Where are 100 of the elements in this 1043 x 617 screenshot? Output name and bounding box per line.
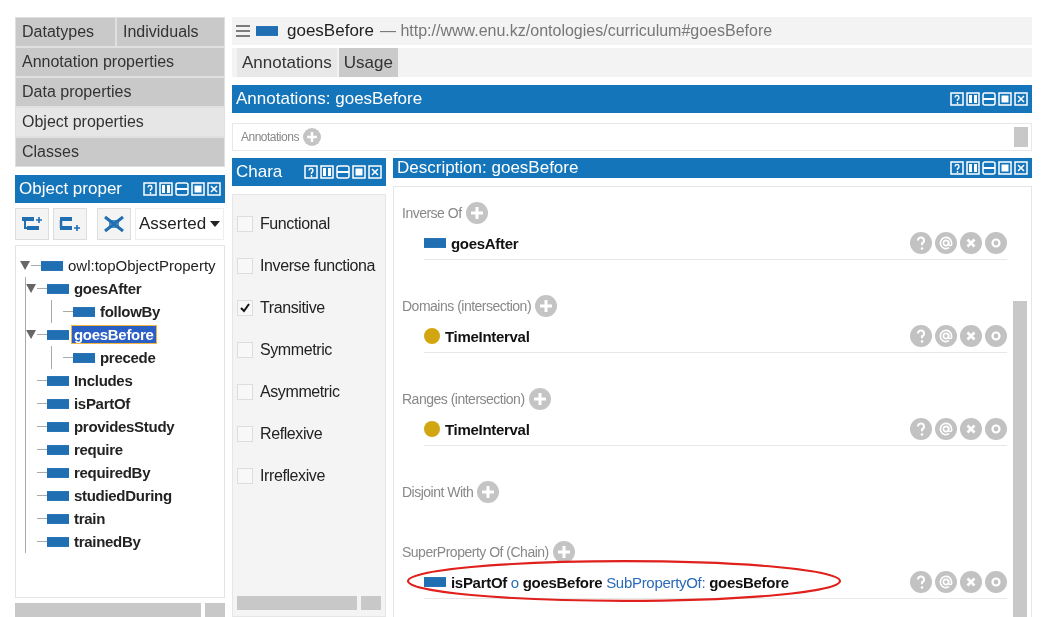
delete-property-button[interactable]	[97, 208, 131, 240]
split-vertical-icon[interactable]	[159, 182, 173, 196]
help-icon[interactable]	[143, 182, 157, 196]
scrollbar[interactable]	[237, 596, 357, 610]
add-sibling-icon	[59, 216, 81, 232]
delete-button[interactable]	[960, 325, 982, 347]
split-vertical-icon[interactable]	[966, 161, 980, 175]
maximize-icon[interactable]	[352, 165, 366, 179]
scrollbar[interactable]	[15, 603, 201, 617]
tab[interactable]: Individuals	[116, 17, 225, 47]
split-vertical-icon[interactable]	[966, 92, 980, 106]
checkbox[interactable]	[237, 216, 253, 232]
axiom-expression[interactable]: goesAfter	[451, 234, 519, 252]
expand-triangle-icon[interactable]	[26, 330, 37, 339]
tab[interactable]: Object properties	[15, 107, 225, 137]
help-icon[interactable]	[304, 165, 318, 179]
add-sibling-button[interactable]	[53, 208, 87, 240]
menu-icon[interactable]	[236, 25, 250, 37]
scroll-button[interactable]	[205, 603, 225, 617]
tree-item[interactable]: Includes	[72, 372, 135, 389]
property-icon	[73, 352, 95, 363]
tree-item[interactable]: trainedBy	[72, 533, 143, 550]
tree-item[interactable]: followBy	[98, 303, 163, 320]
checkbox[interactable]	[237, 258, 253, 274]
tree-item[interactable]: owl:topObjectProperty	[66, 257, 218, 274]
property-icon	[256, 26, 278, 36]
checkbox[interactable]	[237, 426, 253, 442]
tree-item[interactable]: goesAfter	[72, 280, 144, 297]
tree-item[interactable]: studiedDuring	[72, 487, 174, 504]
edit-button[interactable]	[985, 232, 1007, 254]
tree-item[interactable]: providesStudy	[72, 418, 177, 435]
close-icon[interactable]	[368, 165, 382, 179]
property-icon	[73, 306, 95, 317]
add-icon[interactable]	[552, 541, 575, 563]
scroll-button[interactable]	[361, 596, 381, 610]
close-icon[interactable]	[1014, 161, 1028, 175]
property-icon	[47, 536, 69, 547]
property-icon	[47, 375, 69, 386]
panel-title: Description: goesBefore	[397, 158, 580, 178]
annotate-button[interactable]	[935, 232, 957, 254]
axiom-expression[interactable]: TimeInterval	[445, 327, 530, 345]
entity-iri: — http://www.enu.kz/ontologies/curriculum#goesBefore	[379, 22, 773, 40]
split-horizontal-icon[interactable]	[982, 92, 996, 106]
maximize-icon[interactable]	[998, 161, 1012, 175]
tab[interactable]: Data properties	[15, 77, 225, 107]
checkbox-label: Inverse functiona	[260, 257, 376, 275]
tree-item[interactable]: require	[72, 441, 125, 458]
delete-button[interactable]	[960, 418, 982, 440]
help-icon[interactable]	[950, 161, 964, 175]
scrollbar[interactable]	[1013, 301, 1027, 617]
property-icon	[47, 444, 69, 455]
tab[interactable]: Usage	[338, 48, 398, 77]
split-horizontal-icon[interactable]	[982, 161, 996, 175]
delete-button[interactable]	[960, 232, 982, 254]
annotate-button[interactable]	[935, 418, 957, 440]
tree-item[interactable]: isPartOf	[72, 395, 132, 412]
checkbox-label: Asymmetric	[260, 383, 340, 401]
checkbox[interactable]	[237, 384, 253, 400]
help-button[interactable]	[910, 571, 932, 593]
edit-button[interactable]	[985, 325, 1007, 347]
help-button[interactable]	[910, 232, 932, 254]
tab[interactable]: Annotation properties	[15, 47, 225, 77]
section-label: SuperProperty Of (Chain)	[402, 544, 549, 560]
tree-item[interactable]: requiredBy	[72, 464, 153, 481]
edit-button[interactable]	[985, 571, 1007, 593]
tree-item[interactable]: goesBefore	[72, 326, 156, 343]
checkbox-label: Functional	[260, 215, 330, 233]
tab[interactable]: Annotations	[237, 48, 337, 77]
help-button[interactable]	[910, 418, 932, 440]
tree-item[interactable]: precede	[98, 349, 158, 366]
checkbox-label: Reflexive	[260, 425, 323, 443]
split-vertical-icon[interactable]	[320, 165, 334, 179]
edit-button[interactable]	[985, 418, 1007, 440]
close-icon[interactable]	[207, 182, 221, 196]
section-label: Inverse Of	[402, 205, 462, 221]
add-subproperty-button[interactable]	[15, 208, 49, 240]
checkbox[interactable]	[237, 342, 253, 358]
tab[interactable]: Datatypes	[15, 17, 116, 47]
close-icon[interactable]	[1014, 92, 1028, 106]
delete-button[interactable]	[960, 571, 982, 593]
checkbox[interactable]	[237, 468, 253, 484]
checkbox-label: Symmetric	[260, 341, 332, 359]
maximize-icon[interactable]	[191, 182, 205, 196]
split-horizontal-icon[interactable]	[175, 182, 189, 196]
checkbox[interactable]	[237, 300, 253, 316]
annotate-button[interactable]	[935, 325, 957, 347]
expand-triangle-icon[interactable]	[20, 261, 31, 270]
help-icon[interactable]	[950, 92, 964, 106]
tree-item[interactable]: train	[72, 510, 107, 527]
view-dropdown[interactable]: Asserted	[135, 208, 225, 240]
property-icon	[47, 283, 69, 294]
delete-icon	[103, 215, 125, 233]
maximize-icon[interactable]	[998, 92, 1012, 106]
annotate-button[interactable]	[935, 571, 957, 593]
split-horizontal-icon[interactable]	[336, 165, 350, 179]
scrollbar[interactable]	[1014, 127, 1028, 147]
tab[interactable]: Classes	[15, 137, 225, 167]
help-button[interactable]	[910, 325, 932, 347]
axiom-expression[interactable]: TimeInterval	[445, 420, 530, 438]
expand-triangle-icon[interactable]	[26, 284, 37, 293]
